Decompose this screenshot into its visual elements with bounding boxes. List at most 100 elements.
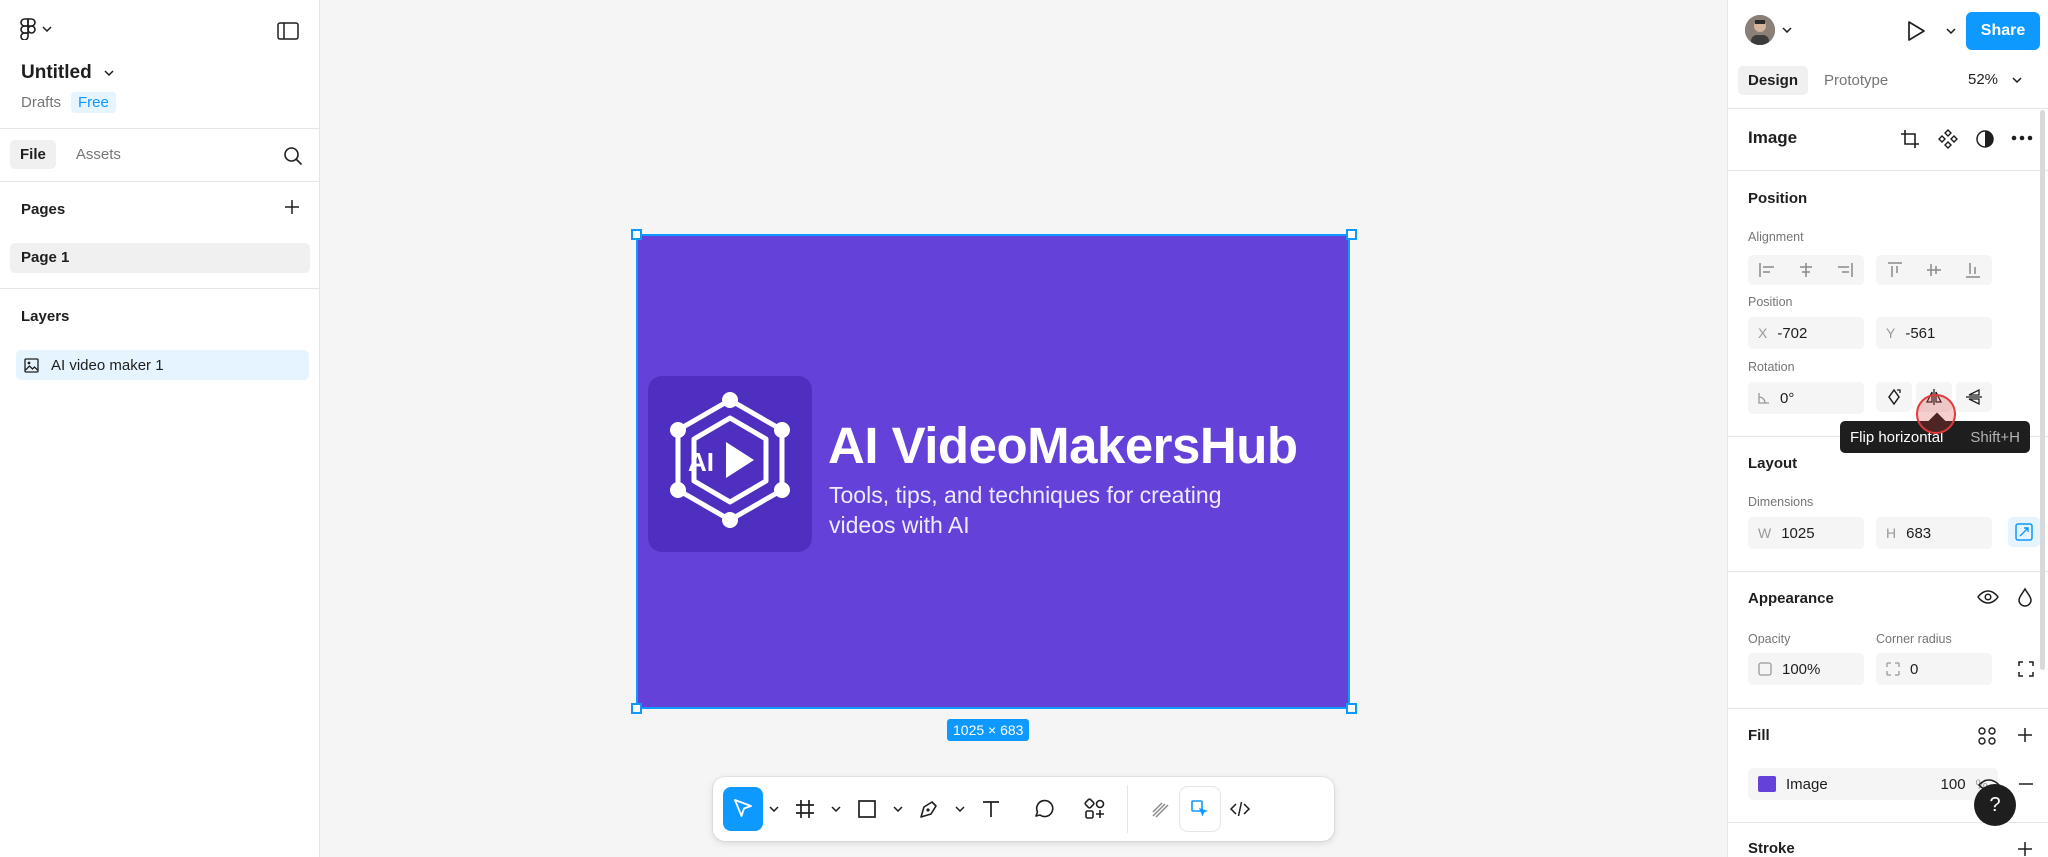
design-mode-button[interactable] (1180, 787, 1220, 831)
fill-row[interactable]: Image 100 % (1748, 768, 1998, 800)
flip-vertical-icon (1966, 388, 1982, 406)
tab-file[interactable]: File (10, 140, 56, 169)
zoom-value: 52% (1968, 71, 1999, 88)
chevron-down-icon (893, 806, 903, 812)
vertical-alignment-group (1876, 255, 1992, 285)
tab-design[interactable]: Design (1738, 66, 1809, 95)
draw-mode-button[interactable] (1140, 787, 1180, 831)
divider (1728, 571, 2048, 572)
pen-tool[interactable] (909, 787, 949, 831)
horizontal-alignment-group (1748, 255, 1864, 285)
add-stroke-plus-icon[interactable] (2017, 841, 2033, 857)
dev-mode-button[interactable] (1220, 787, 1260, 831)
zoom-dropdown[interactable]: 52% (1968, 71, 2022, 88)
text-tool[interactable] (971, 787, 1011, 831)
position-heading: Position (1748, 190, 1808, 207)
rotate-90-button[interactable] (1876, 382, 1912, 412)
stroke-heading: Stroke (1748, 840, 1795, 857)
x-value: -702 (1777, 324, 1808, 342)
position-label: Position (1748, 295, 1793, 309)
help-button[interactable]: ? (1974, 784, 2016, 826)
alignment-label: Alignment (1748, 230, 1804, 244)
design-cursor-icon (1191, 800, 1208, 817)
appearance-heading: Appearance (1748, 590, 1834, 607)
rotation-field[interactable]: 0° (1748, 382, 1864, 414)
align-right-icon[interactable] (1836, 262, 1854, 278)
present-play-icon[interactable] (1906, 20, 1926, 42)
page-item[interactable]: Page 1 (10, 243, 310, 273)
align-bottom-icon[interactable] (1965, 261, 1981, 279)
figma-logo-icon (20, 18, 36, 40)
shape-tool-menu[interactable] (887, 787, 909, 831)
chevron-down-icon (104, 70, 114, 76)
align-center-horizontal-icon[interactable] (1797, 262, 1815, 278)
blend-mode-drop-icon[interactable] (2017, 587, 2033, 607)
align-middle-vertical-icon[interactable] (1926, 261, 1942, 279)
canvas[interactable]: AI AI VideoMakersHub Tools, tips, and te… (320, 0, 1727, 857)
share-button[interactable]: Share (1966, 12, 2040, 50)
opacity-checker-icon (1758, 662, 1772, 676)
remove-fill-minus-icon[interactable] (2019, 783, 2033, 785)
align-left-icon[interactable] (1758, 262, 1776, 278)
rectangle-icon (858, 800, 876, 818)
constrain-proportions-button[interactable] (2008, 517, 2040, 547)
code-brackets-icon (1229, 801, 1251, 817)
style-grid-icon[interactable] (1977, 726, 1997, 746)
corner-radius-field[interactable]: 0 (1876, 653, 1992, 685)
resize-handle-top-left[interactable] (631, 229, 642, 240)
resize-handle-bottom-left[interactable] (631, 703, 642, 714)
fill-opacity[interactable]: 100 (1941, 776, 1966, 793)
shape-tool[interactable] (847, 787, 887, 831)
rotation-value: 0° (1780, 389, 1795, 407)
search-icon[interactable] (283, 146, 303, 166)
frame-tool[interactable] (785, 787, 825, 831)
add-fill-plus-icon[interactable] (2017, 727, 2033, 743)
chevron-down-icon[interactable] (1946, 28, 1956, 34)
x-position-field[interactable]: X -702 (1748, 317, 1864, 349)
height-field[interactable]: H 683 (1876, 517, 1992, 549)
file-title: Untitled (21, 62, 92, 83)
width-field[interactable]: W 1025 (1748, 517, 1864, 549)
avatar[interactable] (1745, 15, 1775, 45)
chevron-down-icon (42, 26, 52, 32)
dimensions-label: Dimensions (1748, 495, 1814, 509)
eye-icon[interactable] (1977, 589, 1999, 605)
tab-assets[interactable]: Assets (66, 140, 131, 169)
resize-handle-bottom-right[interactable] (1346, 703, 1357, 714)
frame-tool-menu[interactable] (825, 787, 847, 831)
mask-icon[interactable] (1975, 129, 1995, 149)
move-tool-menu[interactable] (763, 787, 785, 831)
w-prefix: W (1758, 525, 1772, 541)
move-tool[interactable] (723, 787, 763, 831)
pen-tool-menu[interactable] (949, 787, 971, 831)
right-panel-scrollbar[interactable] (2040, 110, 2045, 670)
chevron-down-icon[interactable] (1782, 27, 1792, 33)
tab-prototype[interactable]: Prototype (1814, 66, 1898, 95)
add-page-plus-icon[interactable] (284, 199, 300, 215)
more-options-icon[interactable] (2011, 135, 2033, 141)
align-top-icon[interactable] (1887, 261, 1903, 279)
drafts-link[interactable]: Drafts (21, 94, 61, 111)
layout-heading: Layout (1748, 455, 1798, 472)
independent-corners-icon[interactable] (2018, 661, 2034, 677)
layer-item[interactable]: AI video maker 1 (16, 350, 309, 380)
y-prefix: Y (1886, 325, 1896, 341)
comment-tool[interactable] (1023, 787, 1063, 831)
main-menu-button[interactable] (20, 18, 52, 40)
plan-badge[interactable]: Free (71, 92, 116, 113)
fill-heading: Fill (1748, 727, 1770, 744)
file-name-menu[interactable]: Untitled (21, 62, 114, 84)
component-icon[interactable] (1938, 129, 1958, 149)
rotate-icon (1888, 388, 1901, 406)
y-position-field[interactable]: Y -561 (1876, 317, 1992, 349)
corner-radius-label: Corner radius (1876, 632, 1952, 646)
image-title: AI VideoMakersHub (828, 417, 1298, 474)
actions-tool[interactable] (1075, 787, 1115, 831)
sidebar-toggle-icon[interactable] (277, 22, 299, 40)
left-panel-tabs: File Assets (10, 140, 131, 169)
opacity-field[interactable]: 100% (1748, 653, 1864, 685)
crop-icon[interactable] (1900, 129, 1920, 149)
resize-handle-top-right[interactable] (1346, 229, 1357, 240)
flip-vertical-button[interactable] (1956, 382, 1992, 412)
selected-image[interactable]: AI AI VideoMakersHub Tools, tips, and te… (636, 234, 1350, 709)
